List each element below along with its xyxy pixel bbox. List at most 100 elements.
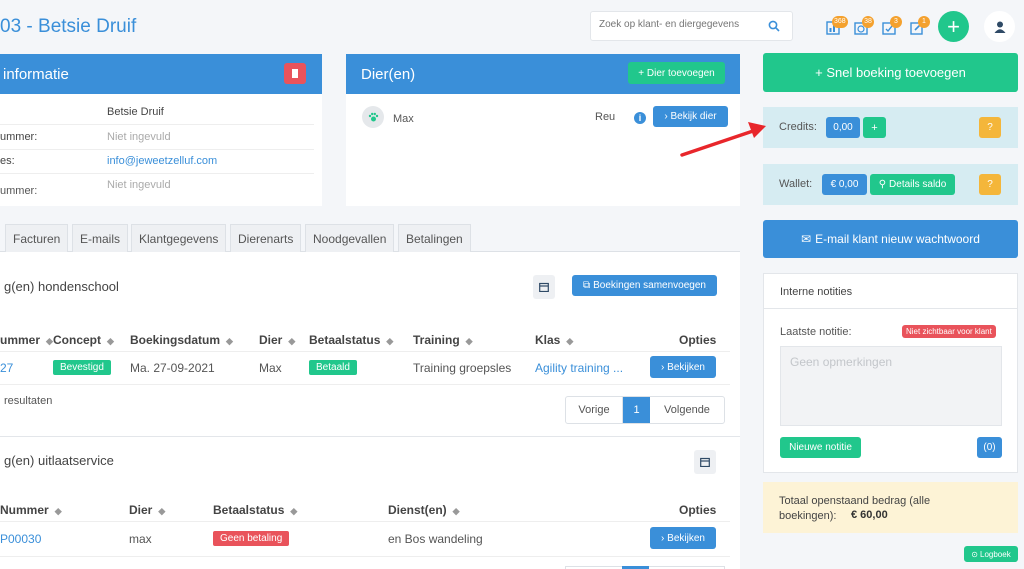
envelope-icon: ✉ bbox=[801, 232, 812, 246]
chart-count-badge: 368 bbox=[832, 16, 848, 28]
tab-betalingen[interactable]: Betalingen bbox=[398, 224, 471, 252]
search-input[interactable] bbox=[599, 19, 764, 30]
calendar-toggle-button[interactable] bbox=[533, 275, 555, 299]
delete-client-button[interactable] bbox=[284, 63, 306, 84]
col-boekingsdatum[interactable]: Boekingsdatum ◆ bbox=[130, 333, 233, 347]
new-note-button[interactable]: Nieuwe notitie bbox=[780, 437, 861, 458]
pagination-prev[interactable]: Vorige bbox=[566, 397, 623, 423]
search-bar[interactable] bbox=[590, 11, 793, 41]
pagination-next[interactable]: Volgende bbox=[650, 397, 724, 423]
tab-dierenarts[interactable]: Dierenarts bbox=[230, 224, 302, 252]
walk-col-opties: Opties bbox=[679, 503, 717, 517]
client-info-title: informatie bbox=[3, 66, 69, 83]
notes-textarea[interactable]: Geen opmerkingen bbox=[780, 346, 1002, 426]
tab-klantgegevens[interactable]: Klantgegevens bbox=[131, 224, 227, 252]
client-info-card: informatie Betsie Druif ummer: ummer: Ni… bbox=[0, 54, 322, 206]
tab-noodgevallen[interactable]: Noodgevallen bbox=[305, 224, 395, 252]
email-link[interactable]: info@jeweetzelluf.com bbox=[107, 155, 217, 167]
calendar-icon bbox=[539, 282, 549, 292]
walk-col-nummer[interactable]: Nummer ◆ bbox=[0, 503, 62, 517]
walk-col-dier[interactable]: Dier ◆ bbox=[129, 503, 165, 517]
merge-icon: ⧉ bbox=[582, 280, 591, 291]
info-label-phone: ummer: bbox=[0, 131, 38, 143]
red-arrow-annotation bbox=[680, 122, 766, 157]
user-avatar-button[interactable] bbox=[984, 11, 1015, 42]
booking-animal: Max bbox=[259, 361, 282, 375]
walk-section-title: g(en) uitlaatservice bbox=[4, 453, 114, 468]
wallet-details-button[interactable]: ⚲ Details saldo bbox=[870, 174, 955, 195]
school-section-title: g(en) hondenschool bbox=[4, 279, 119, 294]
merge-bookings-button[interactable]: ⧉ Boekingen samenvoegen bbox=[572, 275, 717, 296]
paw-icon bbox=[362, 106, 384, 128]
clock-small-icon: ⊙ bbox=[971, 549, 978, 559]
col-betaalstatus[interactable]: Betaalstatus ◆ bbox=[309, 333, 393, 347]
email-reset-label: E-mail klant nieuw wachtwoord bbox=[815, 232, 980, 246]
col-training[interactable]: Training ◆ bbox=[413, 333, 473, 347]
booking-class-link[interactable]: Agility training ... bbox=[535, 361, 623, 375]
tab-facturen[interactable]: Facturen bbox=[5, 224, 69, 252]
search-icon: ⚲ bbox=[878, 179, 887, 190]
animal-name: Max bbox=[393, 113, 414, 125]
animals-title: Dier(en) bbox=[361, 66, 416, 83]
not-visible-badge: Niet zichtbaar voor klant bbox=[902, 325, 996, 338]
wallet-details-label: Details saldo bbox=[889, 179, 947, 190]
walk-col-betaalstatus[interactable]: Betaalstatus ◆ bbox=[213, 503, 297, 517]
booking-training: Training groepsles bbox=[413, 361, 512, 375]
calendar-icon bbox=[700, 457, 710, 467]
notes-title: Interne notities bbox=[780, 286, 853, 298]
animals-header: Dier(en) + Dier toevoegen bbox=[346, 54, 740, 94]
tab-emails[interactable]: E-mails bbox=[72, 224, 129, 252]
walk-service: en Bos wandeling bbox=[388, 532, 483, 546]
walk-animal: max bbox=[129, 532, 152, 546]
view-booking-button[interactable]: › Bekijken bbox=[650, 356, 716, 378]
client-info-header: informatie bbox=[0, 54, 322, 94]
walk-number-link[interactable]: P00030 bbox=[0, 532, 41, 546]
col-opties: Opties bbox=[679, 333, 717, 347]
outstanding-total-amount: € 60,00 bbox=[851, 509, 888, 521]
credits-panel: Credits: 0,00 + ? bbox=[763, 107, 1018, 148]
client-name-value: Betsie Druif bbox=[107, 106, 164, 118]
booking-date: Ma. 27-09-2021 bbox=[130, 361, 215, 375]
pagination-page-1[interactable]: 1 bbox=[623, 397, 650, 423]
add-circle-button[interactable]: + bbox=[938, 11, 969, 42]
results-count: resultaten bbox=[4, 395, 53, 407]
phone-value: Niet ingevuld bbox=[107, 131, 171, 143]
email-reset-password-button[interactable]: ✉ E-mail klant nieuw wachtwoord bbox=[763, 220, 1018, 258]
plus-icon: + bbox=[947, 13, 960, 39]
logbook-button[interactable]: ⊙ Logboek bbox=[964, 546, 1018, 562]
wallet-help-button[interactable]: ? bbox=[979, 174, 1001, 195]
add-credits-button[interactable]: + bbox=[863, 117, 886, 138]
merge-label: Boekingen samenvoegen bbox=[593, 280, 706, 291]
wallet-panel: Wallet: € 0,00 ⚲ Details saldo ? bbox=[763, 164, 1018, 205]
note-count-button[interactable]: (0) bbox=[977, 437, 1002, 458]
internal-notes-card: Interne notities Laatste notitie: Niet z… bbox=[763, 273, 1018, 473]
outstanding-total-panel: Totaal openstaand bedrag (alle boekingen… bbox=[763, 482, 1018, 533]
info-icon[interactable]: i bbox=[634, 112, 646, 124]
pagination: Vorige 1 Volgende bbox=[565, 396, 725, 424]
credits-label: Credits: bbox=[779, 121, 817, 133]
page-title: 03 - Betsie Druif bbox=[0, 16, 137, 37]
search-icon[interactable] bbox=[768, 20, 780, 32]
view-walk-button[interactable]: › Bekijken bbox=[650, 527, 716, 549]
user-icon bbox=[994, 21, 1005, 33]
col-klas[interactable]: Klas ◆ bbox=[535, 333, 573, 347]
walk-payment-badge: Geen betaling bbox=[213, 531, 290, 546]
logbook-label: Logboek bbox=[980, 549, 1011, 559]
trash-icon bbox=[292, 69, 298, 78]
wallet-value: € 0,00 bbox=[822, 174, 867, 195]
notes-placeholder: Geen opmerkingen bbox=[790, 355, 893, 369]
booking-number-link[interactable]: 27 bbox=[0, 361, 13, 375]
info-label: ummer: bbox=[0, 185, 38, 197]
concept-badge: Bevestigd bbox=[53, 360, 111, 375]
payment-status-badge: Betaald bbox=[309, 360, 357, 375]
add-animal-button[interactable]: + Dier toevoegen bbox=[628, 62, 725, 84]
credits-help-button[interactable]: ? bbox=[979, 117, 1001, 138]
walk-calendar-button[interactable] bbox=[694, 450, 716, 474]
task-count-badge: 3 bbox=[890, 16, 902, 28]
col-dier[interactable]: Dier ◆ bbox=[259, 333, 295, 347]
col-concept[interactable]: Concept ◆ bbox=[53, 333, 114, 347]
walk-col-diensten[interactable]: Dienst(en) ◆ bbox=[388, 503, 460, 517]
col-nummer[interactable]: ummer ◆ bbox=[0, 333, 53, 347]
quick-booking-button[interactable]: + Snel boeking toevoegen bbox=[763, 53, 1018, 92]
credits-value: 0,00 bbox=[826, 117, 860, 138]
